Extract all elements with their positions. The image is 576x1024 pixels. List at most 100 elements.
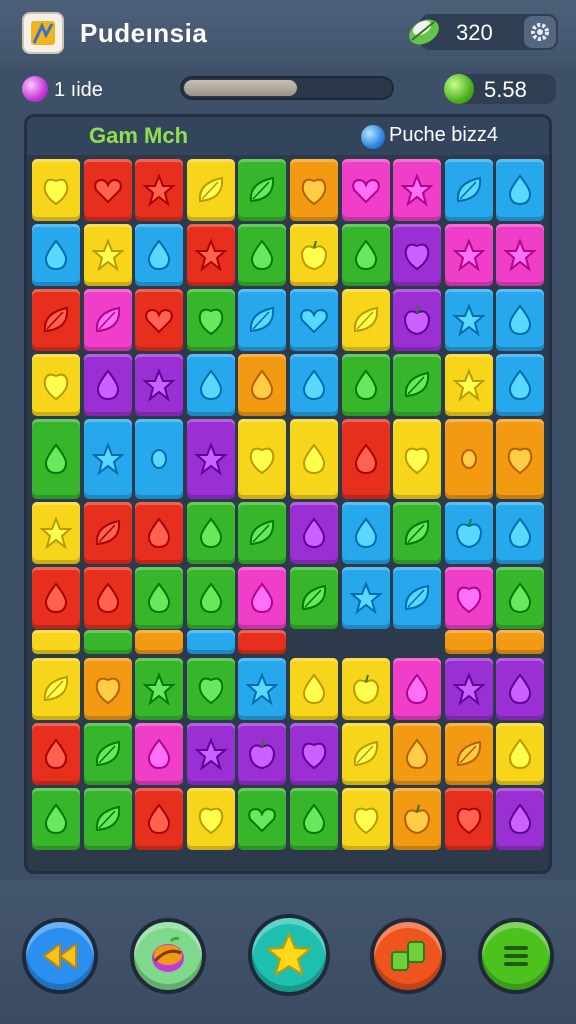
game-tile[interactable] — [444, 723, 493, 785]
game-tile[interactable] — [290, 224, 338, 286]
game-tile[interactable] — [444, 354, 493, 416]
game-tile[interactable] — [496, 567, 545, 629]
game-tile[interactable] — [83, 658, 132, 720]
game-tile[interactable] — [238, 419, 287, 499]
game-tile[interactable] — [496, 723, 545, 785]
shuffle-button[interactable] — [370, 918, 446, 994]
game-tile[interactable] — [393, 788, 442, 850]
game-tile[interactable] — [83, 567, 132, 629]
game-tile[interactable] — [341, 788, 390, 850]
game-tile[interactable] — [32, 354, 80, 416]
game-tile[interactable] — [496, 289, 545, 351]
game-tile[interactable] — [32, 788, 80, 850]
game-tile[interactable] — [135, 788, 184, 850]
game-tile[interactable] — [238, 658, 287, 720]
game-tile[interactable] — [444, 658, 493, 720]
game-tile[interactable] — [341, 289, 390, 351]
game-tile[interactable] — [444, 788, 493, 850]
game-tile[interactable] — [496, 502, 545, 564]
game-tile[interactable] — [238, 788, 287, 850]
game-tile[interactable] — [135, 723, 184, 785]
game-tile[interactable] — [32, 723, 80, 785]
game-tile[interactable] — [83, 159, 132, 221]
app-logo-icon[interactable] — [22, 12, 64, 54]
game-tile[interactable] — [290, 502, 338, 564]
game-tile[interactable] — [135, 159, 184, 221]
game-tile[interactable] — [32, 658, 80, 720]
game-tile[interactable] — [290, 159, 338, 221]
game-tile[interactable] — [290, 354, 338, 416]
game-tile[interactable] — [341, 419, 390, 499]
game-tile[interactable] — [238, 224, 287, 286]
settings-button[interactable] — [524, 16, 556, 48]
game-tile[interactable] — [186, 788, 235, 850]
game-tile[interactable] — [186, 502, 235, 564]
game-tile[interactable] — [83, 354, 132, 416]
game-tile[interactable] — [496, 224, 545, 286]
game-tile[interactable] — [83, 723, 132, 785]
game-tile[interactable] — [393, 224, 442, 286]
game-tile[interactable] — [238, 723, 287, 785]
game-tile[interactable] — [444, 502, 493, 564]
game-tile[interactable] — [290, 567, 338, 629]
game-tile[interactable] — [496, 419, 545, 499]
game-tile[interactable] — [135, 224, 184, 286]
game-tile[interactable] — [83, 502, 132, 564]
game-tile[interactable] — [341, 502, 390, 564]
star-button[interactable] — [248, 914, 330, 996]
game-tile[interactable] — [238, 159, 287, 221]
game-tile[interactable] — [393, 354, 442, 416]
game-tile[interactable] — [186, 567, 235, 629]
game-tile[interactable] — [135, 658, 184, 720]
game-tile[interactable] — [186, 658, 235, 720]
game-tile[interactable] — [238, 502, 287, 564]
game-tile[interactable] — [393, 658, 442, 720]
game-tile[interactable] — [341, 723, 390, 785]
game-tile[interactable] — [341, 354, 390, 416]
game-tile[interactable] — [83, 419, 132, 499]
game-tile[interactable] — [496, 354, 545, 416]
game-tile[interactable] — [135, 289, 184, 351]
game-tile[interactable] — [32, 224, 80, 286]
game-tile[interactable] — [186, 159, 235, 221]
game-tile[interactable] — [444, 159, 493, 221]
game-tile[interactable] — [393, 723, 442, 785]
game-tile[interactable] — [444, 289, 493, 351]
game-tile[interactable] — [290, 289, 338, 351]
game-tile[interactable] — [32, 419, 80, 499]
game-tile[interactable] — [496, 788, 545, 850]
game-tile[interactable] — [186, 224, 235, 286]
booster-button[interactable] — [130, 918, 206, 994]
game-tile[interactable] — [393, 502, 442, 564]
game-tile[interactable] — [393, 159, 442, 221]
game-tile[interactable] — [444, 419, 493, 499]
game-tile[interactable] — [238, 354, 287, 416]
game-tile[interactable] — [186, 289, 235, 351]
game-tile[interactable] — [83, 788, 132, 850]
game-tile[interactable] — [341, 159, 390, 221]
game-tile[interactable] — [393, 419, 442, 499]
game-tile[interactable] — [32, 567, 80, 629]
game-tile[interactable] — [290, 419, 338, 499]
game-tile[interactable] — [32, 502, 80, 564]
game-tile[interactable] — [341, 224, 390, 286]
game-tile[interactable] — [83, 224, 132, 286]
game-tile[interactable] — [135, 419, 184, 499]
game-tile[interactable] — [444, 567, 493, 629]
game-tile[interactable] — [32, 289, 80, 351]
game-tile[interactable] — [341, 567, 390, 629]
game-tile[interactable] — [496, 658, 545, 720]
game-tile[interactable] — [135, 567, 184, 629]
game-tile[interactable] — [290, 723, 338, 785]
game-tile[interactable] — [135, 502, 184, 564]
game-tile[interactable] — [238, 289, 287, 351]
game-tile[interactable] — [32, 159, 80, 221]
game-tile[interactable] — [186, 723, 235, 785]
back-button[interactable] — [22, 918, 98, 994]
game-tile[interactable] — [290, 658, 338, 720]
menu-button[interactable] — [478, 918, 554, 994]
game-tile[interactable] — [393, 289, 442, 351]
game-tile[interactable] — [496, 159, 545, 221]
game-tile[interactable] — [186, 419, 235, 499]
game-tile[interactable] — [83, 289, 132, 351]
